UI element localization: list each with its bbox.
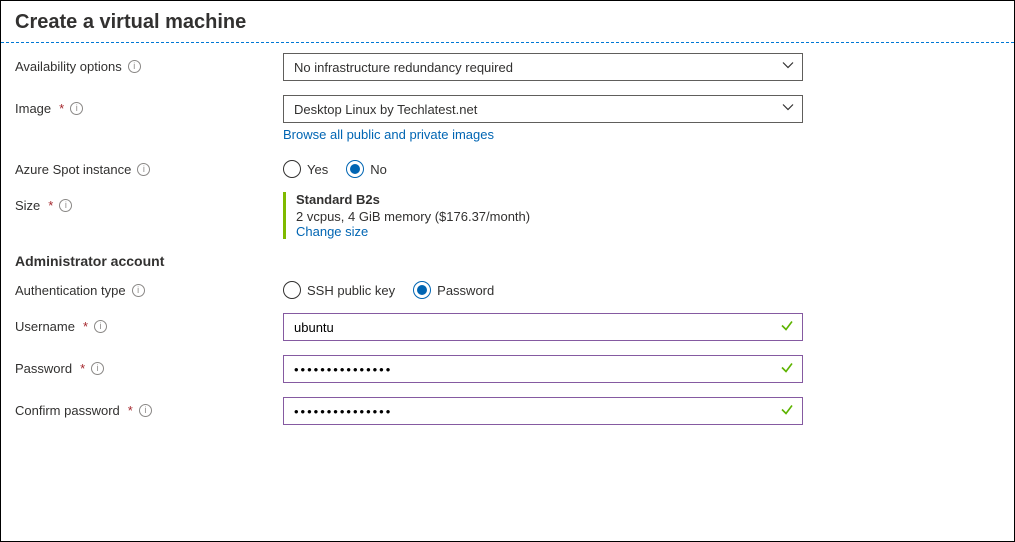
availability-value: No infrastructure redundancy required	[294, 60, 513, 75]
auth-label-text: Authentication type	[15, 283, 126, 298]
size-label-text: Size	[15, 198, 40, 213]
spot-yes-radio[interactable]: Yes	[283, 160, 328, 178]
info-icon[interactable]: i	[132, 284, 145, 297]
availability-label-text: Availability options	[15, 59, 122, 74]
image-row: Image * i Desktop Linux by Techlatest.ne…	[15, 95, 1000, 142]
section-divider	[1, 42, 1014, 43]
size-block: Standard B2s 2 vcpus, 4 GiB memory ($176…	[283, 192, 803, 239]
auth-password-radio[interactable]: Password	[413, 281, 494, 299]
confirm-row: Confirm password * i	[15, 397, 1000, 425]
browse-images-link[interactable]: Browse all public and private images	[283, 127, 803, 142]
radio-icon	[283, 160, 301, 178]
info-icon[interactable]: i	[139, 404, 152, 417]
availability-label: Availability options i	[15, 53, 283, 74]
radio-icon	[283, 281, 301, 299]
info-icon[interactable]: i	[59, 199, 72, 212]
username-label-text: Username	[15, 319, 75, 334]
check-icon	[780, 361, 794, 378]
spot-row: Azure Spot instance i Yes No	[15, 156, 1000, 178]
image-label: Image * i	[15, 95, 283, 116]
radio-selected-icon	[413, 281, 431, 299]
change-size-link[interactable]: Change size	[296, 224, 368, 239]
username-input[interactable]	[294, 320, 774, 335]
auth-row: Authentication type i SSH public key Pas…	[15, 277, 1000, 299]
radio-selected-icon	[346, 160, 364, 178]
spot-no-label: No	[370, 162, 387, 177]
size-label: Size * i	[15, 192, 283, 213]
confirm-label: Confirm password * i	[15, 397, 283, 418]
confirm-input-wrap	[283, 397, 803, 425]
info-icon[interactable]: i	[94, 320, 107, 333]
confirm-label-text: Confirm password	[15, 403, 120, 418]
auth-ssh-radio[interactable]: SSH public key	[283, 281, 395, 299]
info-icon[interactable]: i	[91, 362, 104, 375]
username-input-wrap	[283, 313, 803, 341]
auth-password-label: Password	[437, 283, 494, 298]
spot-yes-label: Yes	[307, 162, 328, 177]
spot-no-radio[interactable]: No	[346, 160, 387, 178]
password-row: Password * i	[15, 355, 1000, 383]
page-title: Create a virtual machine	[1, 1, 1014, 42]
required-asterisk: *	[80, 361, 85, 376]
availability-row: Availability options i No infrastructure…	[15, 53, 1000, 81]
spot-label: Azure Spot instance i	[15, 156, 283, 177]
check-icon	[780, 403, 794, 420]
info-icon[interactable]: i	[137, 163, 150, 176]
required-asterisk: *	[128, 403, 133, 418]
auth-ssh-label: SSH public key	[307, 283, 395, 298]
password-label-text: Password	[15, 361, 72, 376]
spot-label-text: Azure Spot instance	[15, 162, 131, 177]
availability-select[interactable]: No infrastructure redundancy required	[283, 53, 803, 81]
required-asterisk: *	[48, 198, 53, 213]
admin-heading: Administrator account	[15, 253, 1000, 269]
chevron-down-icon	[782, 102, 794, 117]
size-row: Size * i Standard B2s 2 vcpus, 4 GiB mem…	[15, 192, 1000, 239]
check-icon	[780, 319, 794, 336]
required-asterisk: *	[59, 101, 64, 116]
image-value: Desktop Linux by Techlatest.net	[294, 102, 477, 117]
size-name: Standard B2s	[296, 192, 803, 207]
required-asterisk: *	[83, 319, 88, 334]
chevron-down-icon	[782, 60, 794, 75]
image-label-text: Image	[15, 101, 51, 116]
image-select[interactable]: Desktop Linux by Techlatest.net	[283, 95, 803, 123]
info-icon[interactable]: i	[70, 102, 83, 115]
size-desc: 2 vcpus, 4 GiB memory ($176.37/month)	[296, 209, 803, 224]
auth-label: Authentication type i	[15, 277, 283, 298]
info-icon[interactable]: i	[128, 60, 141, 73]
confirm-input[interactable]	[294, 404, 774, 419]
username-label: Username * i	[15, 313, 283, 334]
password-input[interactable]	[294, 362, 774, 377]
password-label: Password * i	[15, 355, 283, 376]
password-input-wrap	[283, 355, 803, 383]
username-row: Username * i	[15, 313, 1000, 341]
